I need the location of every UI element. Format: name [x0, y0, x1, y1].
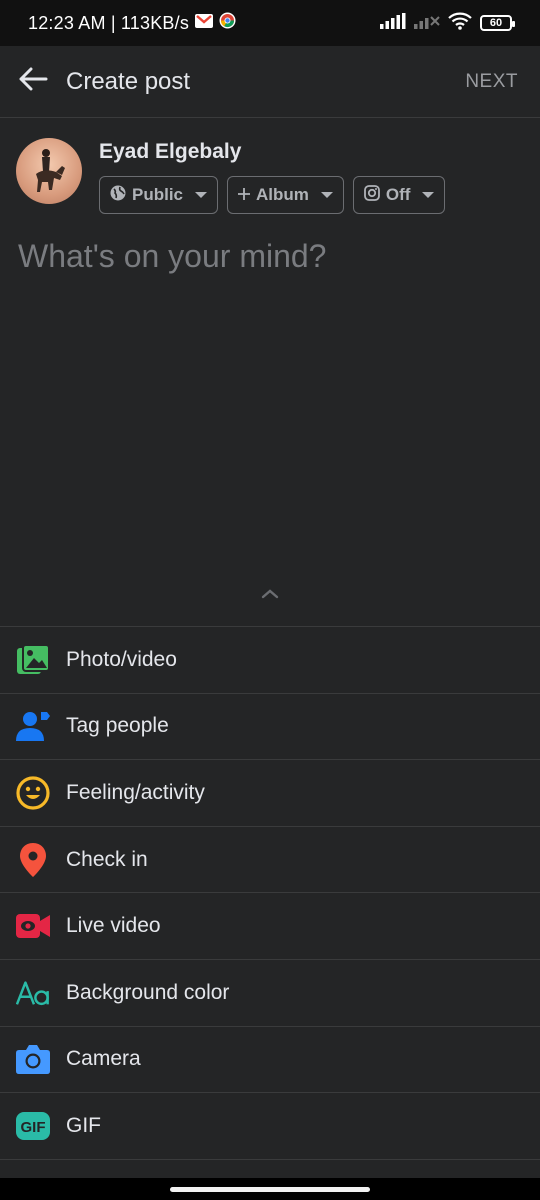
option-label: Tag people — [66, 714, 169, 738]
wifi-icon — [448, 12, 472, 35]
gif-icon: GIF — [16, 1109, 50, 1143]
option-photo-video[interactable]: Photo/video — [0, 626, 540, 693]
option-label: Photo/video — [66, 647, 177, 671]
chevron-down-icon — [195, 192, 208, 198]
post-options-list: Photo/video Tag people Feeling/activity … — [0, 626, 540, 1178]
chevron-down-icon — [320, 192, 333, 198]
plus-icon — [238, 185, 251, 205]
home-indicator[interactable] — [170, 1187, 370, 1192]
author-name: Eyad Elgebaly — [99, 140, 242, 163]
chrome-icon — [219, 12, 236, 34]
author-row: Eyad Elgebaly Public Album Off — [16, 138, 446, 214]
system-nav-bar — [0, 1178, 540, 1200]
option-label: Live video — [66, 914, 161, 938]
post-composer: Eyad Elgebaly Public Album Off What's on… — [0, 118, 540, 626]
back-button[interactable] — [0, 46, 66, 118]
status-bar: 12:23 AM | 113KB/s 60 — [0, 0, 540, 46]
album-label: Album — [256, 185, 309, 204]
album-selector[interactable]: Album — [227, 176, 344, 214]
option-camera[interactable]: Camera — [0, 1025, 540, 1093]
option-label: Feeling/activity — [66, 780, 205, 804]
background-color-icon — [16, 976, 50, 1010]
option-next-partial[interactable] — [0, 1158, 540, 1178]
battery-icon: 60 — [480, 15, 515, 31]
post-text-input[interactable]: What's on your mind? — [18, 238, 326, 275]
avatar[interactable] — [16, 138, 82, 204]
instagram-label: Off — [385, 185, 411, 204]
instagram-icon — [364, 184, 380, 206]
next-button[interactable]: NEXT — [465, 71, 518, 93]
option-label: GIF — [66, 1113, 101, 1137]
tag-people-icon — [16, 709, 50, 743]
notification-icons — [195, 12, 236, 34]
option-label: Background color — [66, 980, 230, 1004]
status-time: 12:23 AM | 113KB/s — [28, 12, 190, 33]
option-tag-people[interactable]: Tag people — [0, 692, 540, 760]
option-check-in[interactable]: Check in — [0, 825, 540, 893]
back-arrow-icon — [18, 67, 48, 96]
instagram-share-toggle[interactable]: Off — [352, 176, 446, 214]
option-feeling-activity[interactable]: Feeling/activity — [0, 759, 540, 826]
globe-icon — [110, 185, 126, 206]
audience-chips: Public Album Off — [99, 176, 446, 214]
author-info: Eyad Elgebaly Public Album Off — [99, 138, 446, 214]
photo-video-icon — [16, 643, 50, 677]
signal-icon — [380, 12, 406, 34]
camera-icon — [16, 1042, 50, 1076]
option-background-color[interactable]: Background color — [0, 958, 540, 1026]
signal-no-service-icon — [414, 13, 440, 34]
option-label: Camera — [66, 1047, 141, 1071]
option-live-video[interactable]: Live video — [0, 892, 540, 959]
privacy-selector[interactable]: Public — [99, 176, 219, 214]
svg-text:GIF: GIF — [21, 1119, 46, 1136]
chevron-up-icon[interactable] — [258, 586, 282, 605]
page-title: Create post — [66, 67, 191, 95]
location-pin-icon — [16, 842, 50, 877]
option-gif[interactable]: GIF GIF — [0, 1092, 540, 1159]
feeling-icon — [16, 776, 50, 810]
option-label: Check in — [66, 847, 148, 871]
privacy-label: Public — [132, 185, 184, 204]
live-video-icon — [16, 909, 50, 943]
gmail-icon — [195, 13, 214, 33]
chevron-down-icon — [422, 192, 435, 198]
app-header: Create post NEXT — [0, 46, 540, 118]
